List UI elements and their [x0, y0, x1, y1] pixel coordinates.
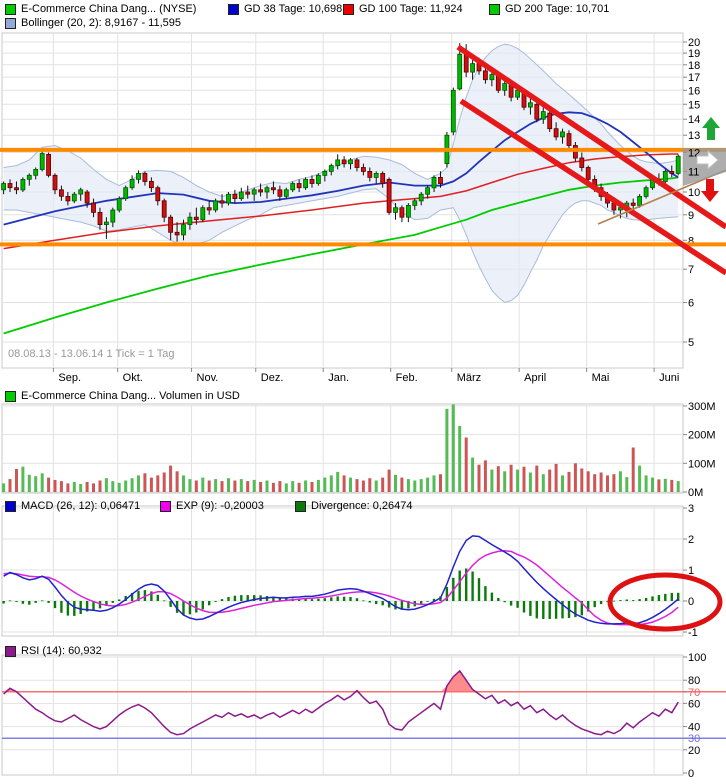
- gd100-color-swatch: [343, 4, 354, 15]
- svg-text:100M: 100M: [688, 458, 716, 470]
- svg-text:15: 15: [688, 99, 700, 111]
- svg-text:200M: 200M: [688, 430, 716, 442]
- svg-text:5: 5: [688, 337, 694, 349]
- legend-item-stock: E-Commerce China Dang... (NYSE): [5, 3, 196, 15]
- svg-text:80: 80: [688, 675, 700, 687]
- legend-label: GD 100 Tage: 11,924: [359, 3, 463, 15]
- legend-item-rsi: RSI (14): 60,932: [5, 645, 102, 657]
- rsi-color-swatch: [5, 646, 16, 657]
- legend-label: GD 38 Tage: 10,698: [244, 3, 342, 15]
- gd200-color-swatch: [489, 4, 500, 15]
- svg-text:6: 6: [688, 298, 694, 310]
- legend-item-volume: E-Commerce China Dang... Volumen in USD: [5, 390, 240, 402]
- volume-panel: 300M 200M 100M 0M: [2, 401, 716, 499]
- svg-text:Mai: Mai: [592, 372, 610, 384]
- rsi-panel: 100 807060 403020 0: [2, 652, 726, 780]
- svg-text:18: 18: [688, 60, 700, 72]
- svg-text:Nov.: Nov.: [197, 372, 219, 384]
- svg-text:14: 14: [688, 114, 700, 126]
- svg-text:11: 11: [688, 166, 699, 178]
- svg-text:30: 30: [688, 733, 700, 745]
- svg-text:20: 20: [688, 745, 700, 757]
- svg-text:300M: 300M: [688, 401, 716, 413]
- svg-text:70: 70: [688, 687, 700, 699]
- legend-label: Bollinger (20, 2): 8,9167 - 11,595: [21, 17, 181, 29]
- legend-label: Divergence: 0,26474: [311, 500, 413, 512]
- legend-item-macd: MACD (26, 12): 0,06471: [5, 500, 140, 512]
- legend-item-bollinger: Bollinger (20, 2): 8,9167 - 11,595: [5, 17, 181, 29]
- legend-label: GD 200 Tage: 10,701: [505, 3, 609, 15]
- stock-color-swatch: [5, 4, 16, 15]
- macd-panel: 3210-1: [2, 503, 698, 639]
- svg-text:März: März: [457, 372, 481, 384]
- svg-text:0: 0: [688, 768, 694, 780]
- legend-label: E-Commerce China Dang... Volumen in USD: [21, 390, 240, 402]
- svg-text:08.08.13 - 13.06.14 1 Tick =: 08.08.13 - 13.06.14 1 Tick = 1 Tag: [8, 348, 174, 360]
- svg-text:10: 10: [688, 187, 700, 199]
- legend-label: E-Commerce China Dang... (NYSE): [21, 3, 196, 15]
- svg-text:16: 16: [688, 85, 700, 97]
- svg-text:2: 2: [688, 534, 694, 546]
- svg-text:Okt.: Okt.: [123, 372, 143, 384]
- macd-color-swatch: [5, 501, 16, 512]
- legend-label: EXP (9): -0,20003: [176, 500, 264, 512]
- svg-text:100: 100: [688, 652, 706, 664]
- legend-item-divergence: Divergence: 0,26474: [295, 500, 413, 512]
- svg-text:Juni: Juni: [659, 372, 679, 384]
- svg-text:April: April: [524, 372, 546, 384]
- legend-item-gd100: GD 100 Tage: 11,924: [343, 3, 463, 15]
- legend-item-gd200: GD 200 Tage: 10,701: [489, 3, 609, 15]
- svg-text:17: 17: [688, 72, 700, 84]
- down-arrow-icon: [701, 179, 719, 202]
- legend-item-gd38: GD 38 Tage: 10,698: [228, 3, 342, 15]
- svg-text:0: 0: [688, 596, 694, 608]
- svg-text:9: 9: [688, 210, 694, 222]
- volume-color-swatch: [5, 391, 16, 402]
- legend-item-exp: EXP (9): -0,20003: [160, 500, 264, 512]
- svg-text:60: 60: [688, 698, 700, 710]
- svg-text:3: 3: [688, 503, 694, 515]
- svg-text:Feb.: Feb.: [396, 372, 418, 384]
- legend-label: MACD (26, 12): 0,06471: [21, 500, 140, 512]
- exp-color-swatch: [160, 501, 171, 512]
- up-arrow-icon: [702, 117, 720, 140]
- gd38-color-swatch: [228, 4, 239, 15]
- svg-text:20: 20: [688, 37, 700, 49]
- svg-text:Sep.: Sep.: [58, 372, 81, 384]
- divergence-color-swatch: [295, 501, 306, 512]
- price-panel: 567891011121314151617181920Sep.Okt.Nov.D…: [2, 33, 701, 384]
- svg-text:40: 40: [688, 722, 700, 734]
- svg-text:7: 7: [688, 264, 694, 276]
- svg-text:19: 19: [688, 48, 700, 60]
- bollinger-color-swatch: [5, 18, 16, 29]
- legend-label: RSI (14): 60,932: [21, 645, 102, 657]
- svg-text:Dez.: Dez.: [261, 372, 284, 384]
- svg-text:13: 13: [688, 130, 700, 142]
- svg-text:0M: 0M: [688, 487, 703, 499]
- svg-text:Jan.: Jan.: [328, 372, 349, 384]
- chart-window: { "window": {"title": "E-Commerce China …: [0, 0, 726, 784]
